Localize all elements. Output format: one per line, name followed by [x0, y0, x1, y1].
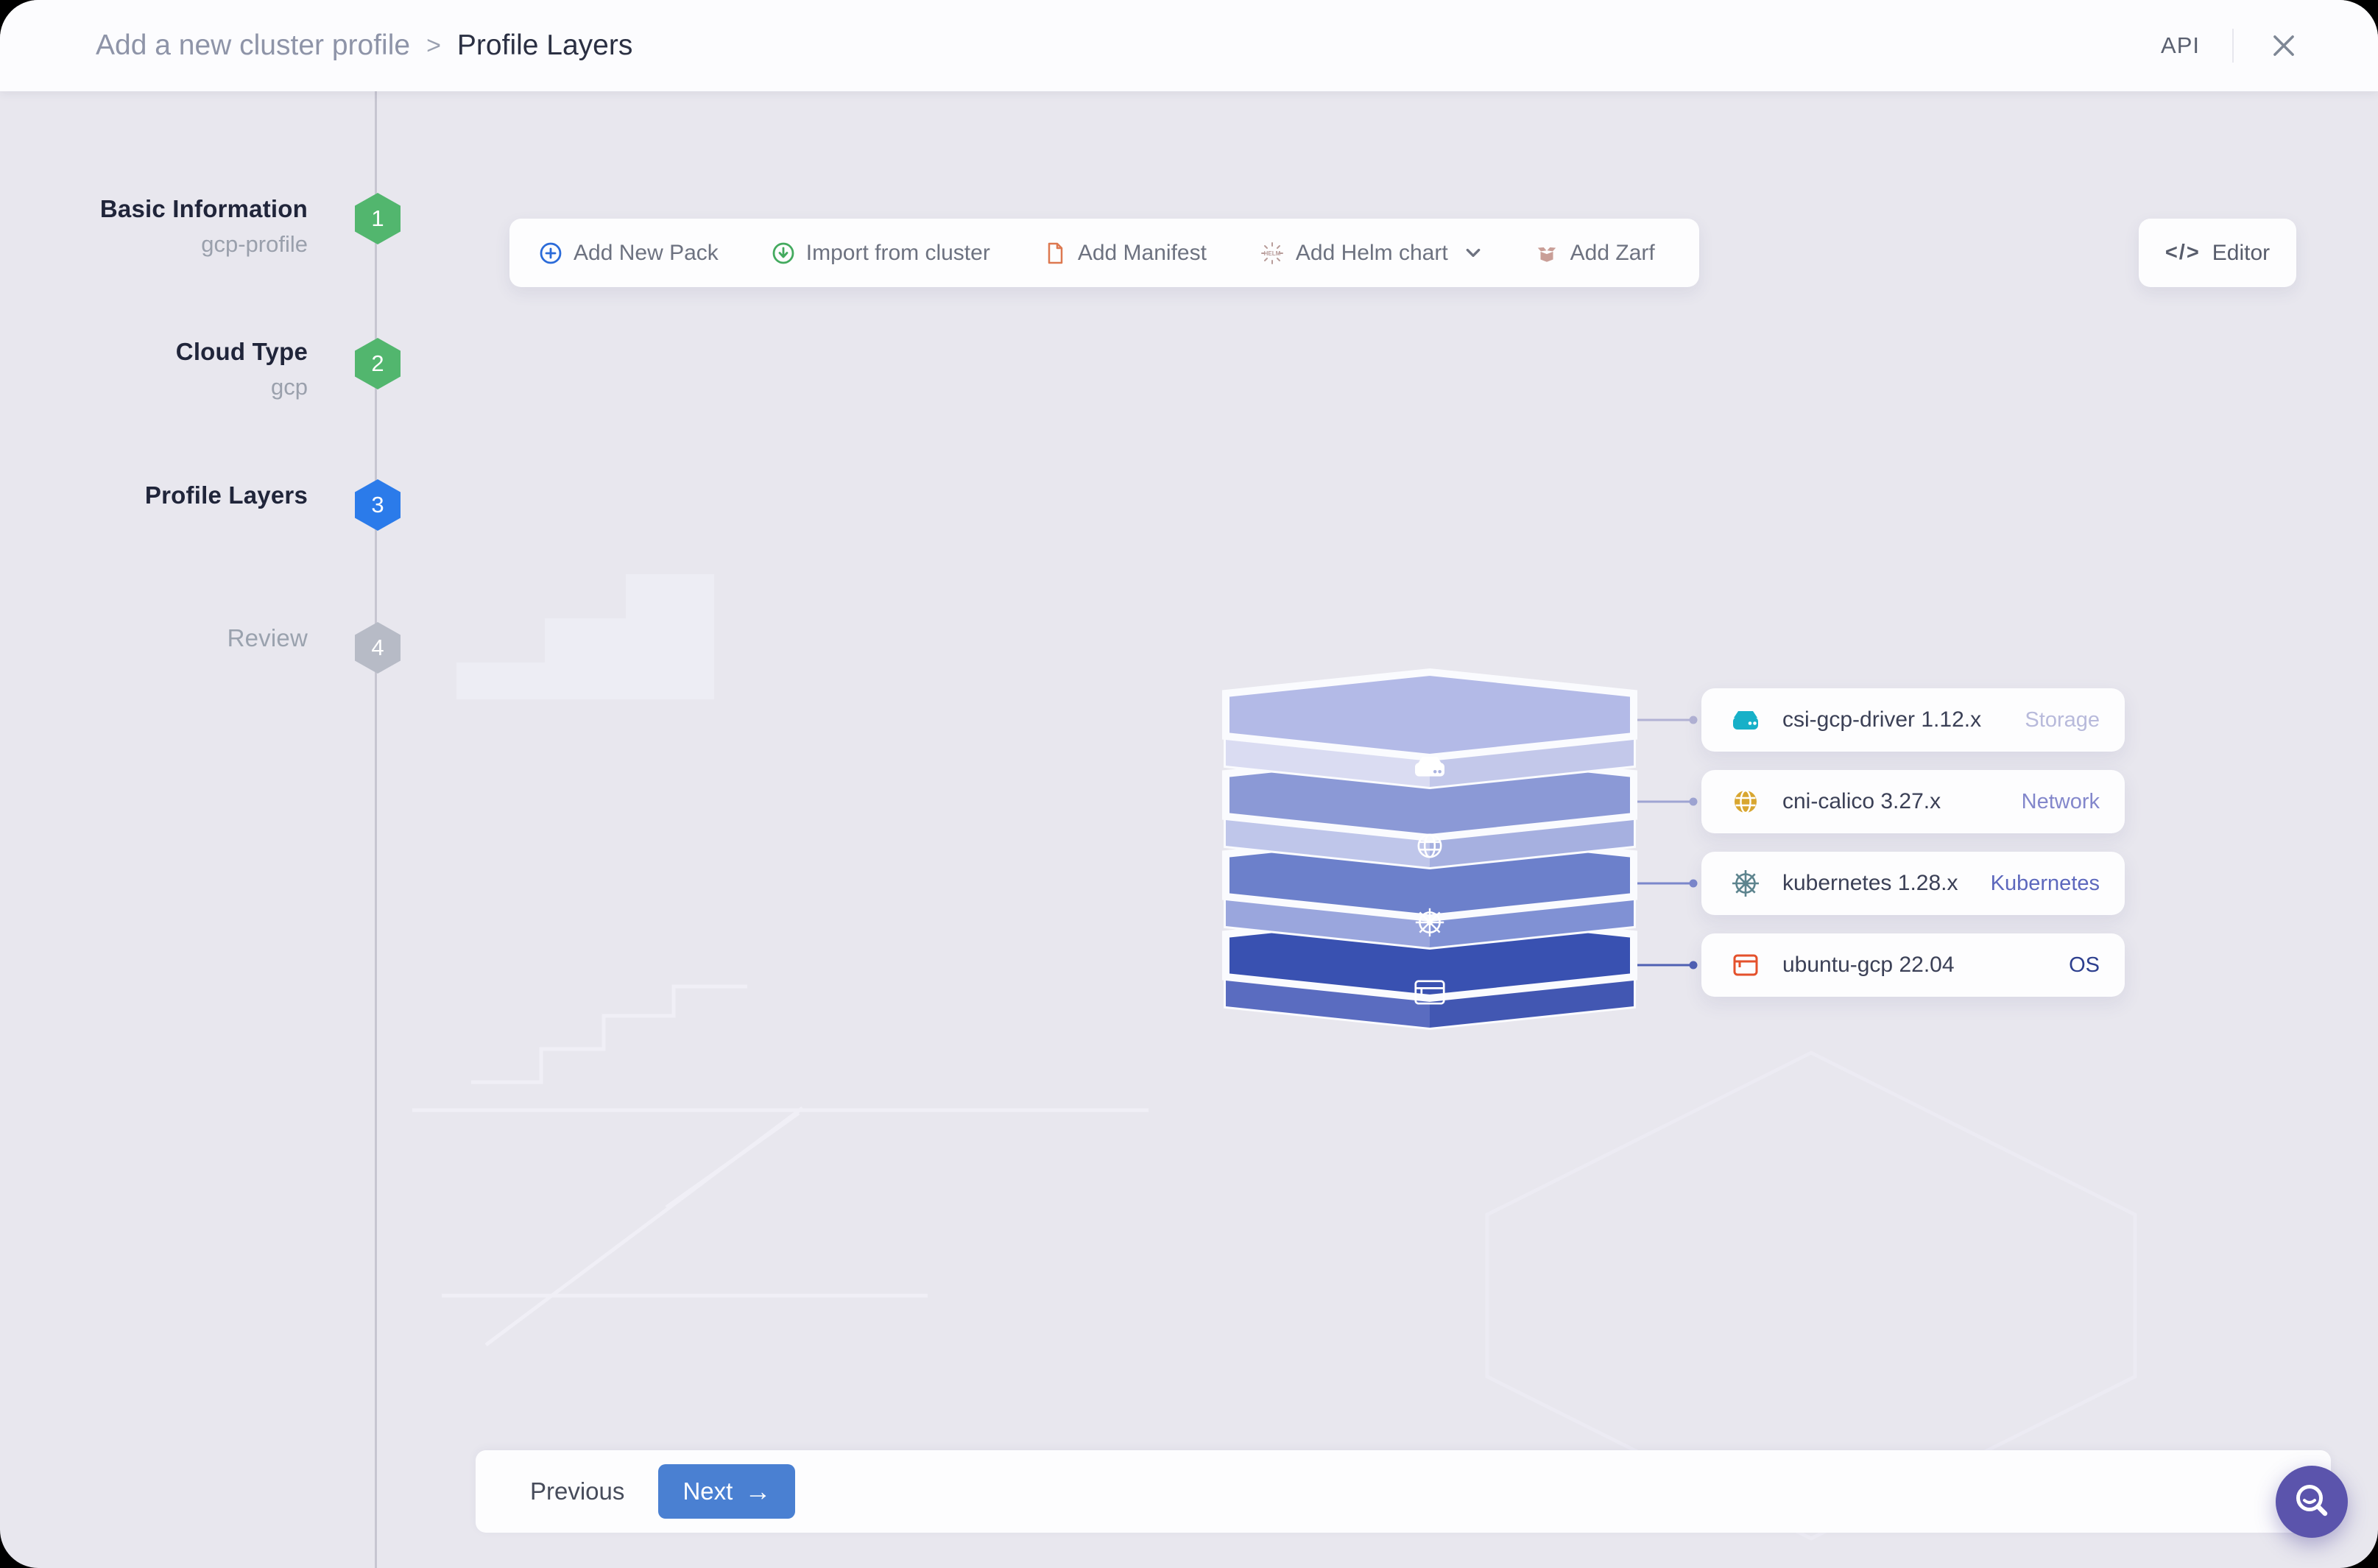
header-actions: API [2161, 28, 2301, 63]
layer-slab-storage [1222, 668, 1637, 790]
layer-card-network[interactable]: cni-calico 3.27.x Network [1701, 770, 2125, 833]
step-label: Cloud Type [175, 338, 308, 365]
sidebar-item-cloud-type[interactable]: Cloud Type gcp [44, 337, 308, 401]
os-window-icon [1733, 954, 1758, 976]
step-label: Review [227, 624, 308, 651]
globe-icon [1735, 789, 1757, 814]
layer-category: OS [2069, 953, 2100, 977]
code-icon: </> [2164, 241, 2201, 264]
kubernetes-wheel-icon [1732, 870, 1759, 897]
manifest-file-icon [1048, 242, 1063, 264]
arrow-right-icon: → [744, 1476, 772, 1506]
layer-card-storage[interactable]: csi-gcp-driver 1.12.x Storage [1701, 688, 2125, 752]
kubernetes-wheel-icon [1415, 908, 1444, 937]
search-feedback-icon [2296, 1485, 2328, 1516]
add-manifest-button[interactable]: Add Manifest [1043, 241, 1207, 266]
chevron-down-icon [1466, 248, 1481, 257]
editor-button-label: Editor [2212, 240, 2271, 265]
breadcrumb-parent-link[interactable]: Add a new cluster profile [96, 29, 410, 62]
close-button[interactable] [2266, 28, 2301, 63]
layer-name: ubuntu-gcp 22.04 [1782, 953, 1955, 977]
page-title: Profile Layers [456, 29, 633, 61]
layer-name: csi-gcp-driver 1.12.x [1782, 707, 1982, 732]
previous-button[interactable]: Previous [530, 1477, 624, 1505]
zarf-package-icon [1537, 247, 1556, 262]
toolbar-item-label: Add Zarf [1570, 240, 1655, 265]
toolbar-item-label: Add Helm chart [1295, 240, 1448, 265]
wizard-step-rail [375, 91, 377, 1568]
layer-name: kubernetes 1.28.x [1782, 871, 1958, 895]
add-zarf-button[interactable]: Add Zarf [1534, 241, 1655, 266]
next-button[interactable]: Next → [658, 1464, 796, 1519]
toolbar-item-label: Import from cluster [805, 240, 990, 265]
header-divider [2232, 29, 2234, 63]
toolbar-item-label: Add New Pack [574, 240, 719, 265]
storage-drive-icon [1733, 711, 1758, 730]
step-label: Basic Information [99, 195, 308, 222]
editor-button[interactable]: </> Editor [2139, 219, 2296, 287]
layer-name: cni-calico 3.27.x [1782, 789, 1941, 813]
sidebar-item-profile-layers[interactable]: Profile Layers [44, 481, 308, 510]
layer-category: Kubernetes [1990, 871, 2100, 895]
breadcrumb: Add a new cluster profile > Profile Laye… [96, 29, 632, 62]
sidebar-item-review[interactable]: Review [44, 624, 308, 653]
svg-text:HELM: HELM [1264, 250, 1281, 257]
api-button[interactable]: API [2161, 32, 2200, 59]
plus-circle-icon [540, 242, 562, 264]
add-helm-chart-button[interactable]: HELM Add Helm chart [1260, 241, 1481, 266]
layer-category: Network [2021, 789, 2100, 813]
download-circle-icon [772, 242, 794, 264]
import-from-cluster-button[interactable]: Import from cluster [772, 241, 990, 266]
step-sublabel: gcp-profile [201, 231, 308, 257]
step-label: Profile Layers [144, 481, 308, 509]
layer-card-kubernetes[interactable]: kubernetes 1.28.x Kubernetes [1701, 852, 2125, 915]
breadcrumb-separator: > [426, 31, 441, 60]
layer-card-os[interactable]: ubuntu-gcp 22.04 OS [1701, 933, 2125, 997]
next-button-label: Next [682, 1477, 733, 1505]
profile-layers-stack-diagram [1222, 668, 1698, 1031]
sidebar-item-basic-information[interactable]: Basic Information gcp-profile [44, 194, 308, 258]
header-bar: Add a new cluster profile > Profile Laye… [0, 0, 2378, 91]
close-icon [2273, 35, 2294, 56]
search-feedback-fab[interactable] [2276, 1466, 2348, 1538]
layer-category: Storage [2025, 707, 2100, 732]
pack-toolbar: Add New Pack Import from cluster Add Man… [509, 219, 1699, 287]
step-sublabel: gcp [271, 374, 308, 400]
cluster-profile-wizard-window: Add a new cluster profile > Profile Laye… [0, 0, 2378, 1568]
footer-bar: Previous Next → [476, 1450, 2331, 1533]
helm-wheel-icon: HELM [1260, 241, 1283, 264]
add-new-pack-button[interactable]: Add New Pack [539, 241, 719, 266]
toolbar-item-label: Add Manifest [1077, 240, 1207, 265]
